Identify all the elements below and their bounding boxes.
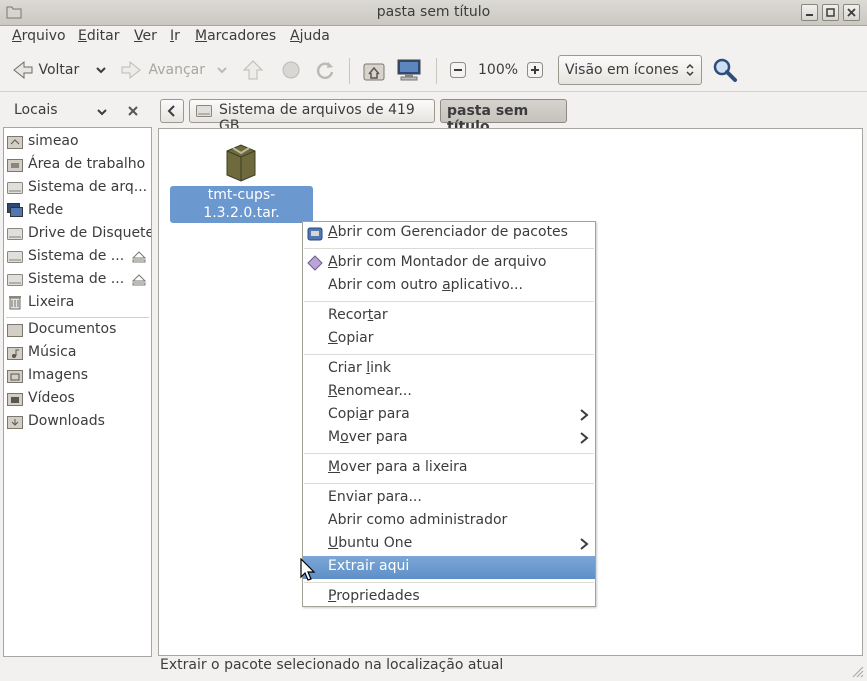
mouse-cursor-icon <box>300 558 316 581</box>
title-bar: pasta sem título <box>0 0 867 26</box>
menu-item-create-link[interactable]: Criar link <box>303 358 595 381</box>
sidebar-item-videos[interactable]: Vídeos <box>7 388 151 410</box>
sidebar-item-musica[interactable]: Música <box>7 342 151 364</box>
menu-editar[interactable]: Editar <box>78 28 119 44</box>
trash-icon <box>9 296 21 310</box>
close-icon <box>847 8 856 17</box>
menu-item-rename[interactable]: Renomear... <box>303 381 595 404</box>
context-menu: Abrir com Gerenciador de pacotes Abrir c… <box>302 221 596 607</box>
up-arrow-icon[interactable] <box>242 59 264 81</box>
menu-item-extract-here[interactable]: Extrair aqui <box>303 556 595 579</box>
downloads-folder-icon <box>7 416 23 429</box>
menu-item-ubuntu-one[interactable]: Ubuntu One <box>303 533 595 556</box>
updown-icon <box>686 63 694 77</box>
chevron-down-icon[interactable] <box>95 64 107 76</box>
package-manager-icon <box>307 227 323 241</box>
drive-icon <box>7 274 23 286</box>
zoom-level: 100% <box>478 62 519 78</box>
home-icon[interactable] <box>362 58 386 82</box>
sidebar-header: Locais <box>0 95 155 125</box>
drive-icon <box>7 251 23 263</box>
sidebar-item-filesystem[interactable]: Sistema de arq... <box>7 177 151 199</box>
desktop-icon <box>7 159 23 172</box>
music-folder-icon <box>7 347 23 360</box>
resize-grip-icon[interactable] <box>850 664 864 678</box>
floppy-icon <box>7 228 23 240</box>
stop-icon[interactable] <box>280 59 302 81</box>
menu-ir[interactable]: Ir <box>170 28 180 44</box>
menu-item-open-package-manager[interactable]: Abrir com Gerenciador de pacotes <box>303 222 595 245</box>
minimize-icon <box>806 14 813 16</box>
chevron-right-icon <box>580 409 589 421</box>
sidebar-item-floppy[interactable]: Drive de Disquete <box>7 223 151 245</box>
sidebar-item-desktop[interactable]: Área de trabalho <box>7 154 151 176</box>
menu-bar: Arquivo Editar Ver Ir Marcadores Ajuda <box>0 26 867 50</box>
sidebar-item-network[interactable]: Rede <box>7 200 151 222</box>
back-button[interactable]: Voltar <box>10 60 79 80</box>
menu-arquivo[interactable]: Arquivo <box>12 28 66 44</box>
menu-item-open-as-admin[interactable]: Abrir como administrador <box>303 510 595 533</box>
places-sidebar: simeao Área de trabalho Sistema de arq..… <box>3 127 152 657</box>
sidebar-item-imagens[interactable]: Imagens <box>7 365 151 387</box>
reload-icon[interactable] <box>314 59 336 81</box>
eject-icon[interactable] <box>132 274 146 286</box>
menu-ajuda[interactable]: Ajuda <box>290 28 330 44</box>
drive-icon <box>7 182 23 194</box>
chevron-down-icon[interactable] <box>96 106 108 118</box>
eject-icon[interactable] <box>132 251 146 263</box>
view-mode-select[interactable]: Visão em ícones <box>558 55 702 85</box>
path-scroll-left-button[interactable] <box>160 99 184 123</box>
menu-item-open-archive-mounter[interactable]: Abrir com Montador de arquivo <box>303 252 595 275</box>
menu-marcadores[interactable]: Marcadores <box>195 28 276 44</box>
sidebar-item-volume-1[interactable]: Sistema de ... <box>7 246 151 268</box>
sidebar-item-home[interactable]: simeao <box>7 131 151 153</box>
home-folder-icon <box>7 136 23 149</box>
minimize-button[interactable] <box>801 4 818 21</box>
menu-item-cut[interactable]: Recortar <box>303 305 595 328</box>
folder-icon <box>7 324 23 337</box>
sidebar-divider <box>6 317 149 318</box>
drive-icon <box>196 105 212 117</box>
sidebar-item-documentos[interactable]: Documentos <box>7 319 151 341</box>
close-sidebar-icon[interactable] <box>127 105 139 117</box>
file-name-label[interactable]: tmt-cups-1.3.2.0.tar. gz <box>170 186 313 239</box>
sidebar-item-volume-2[interactable]: Sistema de ... <box>7 269 151 291</box>
menu-ver[interactable]: Ver <box>134 28 157 44</box>
package-icon[interactable] <box>223 139 259 183</box>
maximize-icon <box>826 8 835 17</box>
zoom-in-icon[interactable] <box>527 62 543 78</box>
toolbar: Voltar Avançar 100% Visão em ícones <box>0 50 867 92</box>
path-segment-current[interactable]: pasta sem título <box>440 99 567 135</box>
path-segment-filesystem[interactable]: Sistema de arquivos de 419 GB <box>189 99 435 134</box>
network-icon <box>7 203 23 217</box>
zoom-out-icon[interactable] <box>450 62 466 78</box>
chevron-left-icon <box>167 105 175 117</box>
menu-item-open-with-other[interactable]: Abrir com outro aplicativo... <box>303 275 595 298</box>
sidebar-item-trash[interactable]: Lixeira <box>7 292 151 314</box>
chevron-right-icon <box>580 538 589 550</box>
forward-button[interactable]: Avançar <box>120 60 205 80</box>
close-button[interactable] <box>843 4 860 21</box>
pictures-folder-icon <box>7 370 23 383</box>
chevron-right-icon <box>580 432 589 444</box>
search-icon[interactable] <box>712 57 738 83</box>
back-arrow-icon <box>13 60 33 80</box>
menu-item-send-to[interactable]: Enviar para... <box>303 487 595 510</box>
menu-item-move-to-trash[interactable]: Mover para a lixeira <box>303 457 595 480</box>
menu-item-copy[interactable]: Copiar <box>303 328 595 351</box>
forward-arrow-icon <box>121 60 141 80</box>
sidebar-title[interactable]: Locais <box>14 102 58 118</box>
chevron-down-icon[interactable] <box>216 64 228 76</box>
videos-folder-icon <box>7 393 23 406</box>
menu-item-properties[interactable]: Propriedades <box>303 586 595 609</box>
menu-item-move-to[interactable]: Mover para <box>303 427 595 450</box>
computer-icon[interactable] <box>396 58 422 82</box>
sidebar-item-downloads[interactable]: Downloads <box>7 411 151 433</box>
status-bar: Extrair o pacote selecionado na localiza… <box>160 657 504 673</box>
maximize-button[interactable] <box>822 4 839 21</box>
menu-item-copy-to[interactable]: Copiar para <box>303 404 595 427</box>
archive-mounter-icon <box>307 255 323 271</box>
window-title: pasta sem título <box>376 4 491 20</box>
